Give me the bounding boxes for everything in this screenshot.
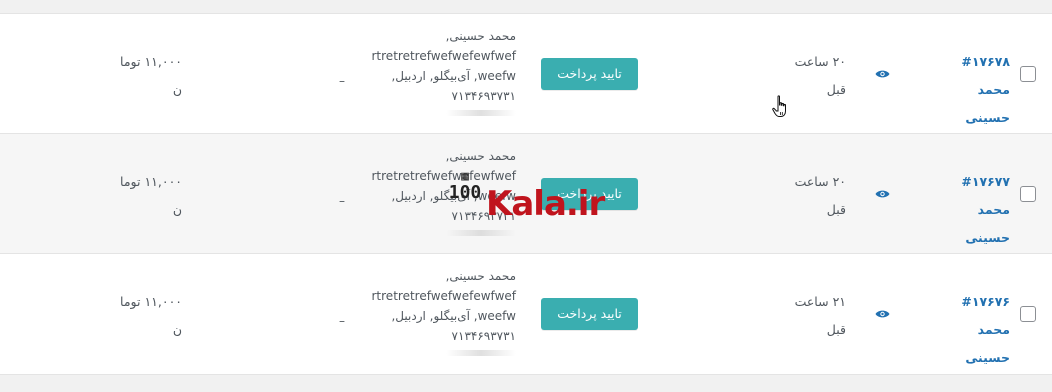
order-total: ۱۱,۰۰۰ توما ن	[116, 48, 182, 104]
total-currency-tail: ن	[172, 202, 182, 217]
order-total: ۱۱,۰۰۰ توما ن	[116, 288, 182, 344]
address-line: ۷۱۳۴۶۹۳۷۳۱	[451, 329, 516, 343]
address-line: محمد حسینی,	[445, 149, 516, 163]
date-value: ۲۰ ساعت	[794, 54, 846, 69]
eye-icon[interactable]	[875, 68, 890, 80]
eye-icon[interactable]	[875, 308, 890, 320]
order-total: ۱۱,۰۰۰ توما ن	[116, 168, 182, 224]
hand-pointer-icon	[772, 95, 786, 117]
total-currency-tail: ن	[172, 322, 182, 337]
address-line: rtretretrefwefwefewfwef	[371, 289, 517, 303]
date-value: ۲۱ ساعت	[794, 294, 846, 309]
order-link[interactable]: #۱۷۶۷۸ محمد حسینی	[930, 48, 1010, 132]
row-checkbox[interactable]	[1020, 66, 1036, 82]
row-checkbox[interactable]	[1020, 306, 1036, 322]
address-line: محمد حسینی,	[445, 269, 516, 283]
address-line: weefw, آی‌بیگلو, اردبیل,	[391, 69, 516, 83]
order-link[interactable]: #۱۷۶۷۶ محمد حسینی	[930, 288, 1010, 372]
table-row: #۱۷۶۷۸ محمد حسینی ۲۰ ساعت قبل تایید پردا…	[0, 14, 1052, 134]
total-amount: ۱۱,۰۰۰ توما	[120, 54, 182, 69]
blurred-text	[446, 230, 516, 236]
blurred-text	[446, 350, 516, 356]
date-suffix: قبل	[826, 322, 846, 337]
watermark-badge-text: 100	[448, 182, 482, 203]
address-line: weefw, آی‌بیگلو, اردبیل,	[391, 309, 516, 323]
blurred-text	[446, 110, 516, 116]
eye-icon[interactable]	[875, 188, 890, 200]
confirm-payment-button[interactable]: تایید پرداخت	[541, 298, 638, 330]
confirm-payment-button[interactable]: تایید پرداخت	[541, 58, 638, 90]
address-line: rtretretrefwefwefewfwef	[371, 169, 517, 183]
order-date: ۲۱ ساعت قبل	[780, 288, 846, 344]
total-amount: ۱۱,۰۰۰ توما	[120, 174, 182, 189]
row-checkbox[interactable]	[1020, 186, 1036, 202]
total-amount: ۱۱,۰۰۰ توما	[120, 294, 182, 309]
table-row: #۱۷۶۷۶ محمد حسینی ۲۱ ساعت قبل تایید پردا…	[0, 254, 1052, 375]
total-currency-tail: ن	[172, 82, 182, 97]
date-value: ۲۰ ساعت	[794, 174, 846, 189]
watermark-logo: Kala.ir	[486, 184, 605, 224]
address-line: ۷۱۳۴۶۹۳۷۳۱	[451, 89, 516, 103]
order-date: ۲۰ ساعت قبل	[780, 168, 846, 224]
address-line: محمد حسینی,	[445, 29, 516, 43]
billing-address: محمد حسینی, rtretretrefwefwefewfwef weef…	[366, 26, 516, 116]
address-line: rtretretrefwefwefewfwef	[371, 49, 517, 63]
billing-address: محمد حسینی, rtretretrefwefwefewfwef weef…	[366, 266, 516, 356]
shipping-address: –	[339, 194, 345, 208]
shipping-address: –	[339, 314, 345, 328]
date-suffix: قبل	[826, 202, 846, 217]
watermark-badge: ▦ 100	[445, 170, 485, 222]
order-link[interactable]: #۱۷۶۷۷ محمد حسینی	[930, 168, 1010, 252]
shipping-address: –	[339, 74, 345, 88]
